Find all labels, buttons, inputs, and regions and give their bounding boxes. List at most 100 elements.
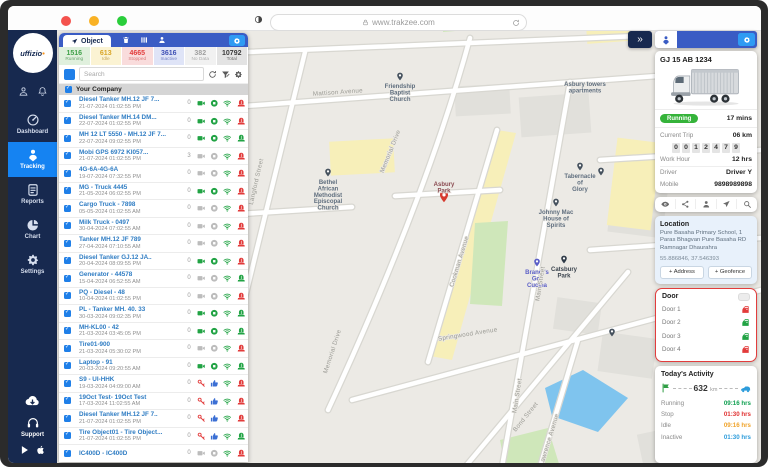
vehicle-name[interactable]: Tire01-900: [79, 341, 183, 348]
vehicle-row[interactable]: PL - Tanker MH. 40. 3330-03-2024 09:02:3…: [59, 305, 248, 323]
vehicle-row[interactable]: Diesel Tanker MH.12 JF 7...21-07-2024 01…: [59, 95, 248, 113]
vehicle-name[interactable]: S9 - UI-HHK: [79, 376, 183, 383]
vehicle-name[interactable]: 19Oct Test- 19Oct Test: [79, 394, 183, 401]
vehicle-row[interactable]: Tanker MH.12 JF 78927-04-2024 07:10:55 A…: [59, 235, 248, 253]
filter-funnel-icon[interactable]: [221, 70, 230, 79]
vehicle-name[interactable]: Diesel Tanker MH.12 JF 7...: [79, 96, 183, 103]
row-checkbox[interactable]: [64, 100, 71, 107]
tab-tracking-detail[interactable]: [655, 31, 677, 48]
row-checkbox[interactable]: [64, 187, 71, 194]
play-store-icon[interactable]: [20, 445, 30, 455]
vehicle-row[interactable]: Diesel Tanker MH.14 DM...22-07-2024 01:0…: [59, 113, 248, 131]
vehicle-row[interactable]: Tire Object01 - Tire Object...21-07-2024…: [59, 428, 248, 446]
row-checkbox[interactable]: [64, 135, 71, 142]
stat-running[interactable]: 1516Running: [59, 47, 91, 65]
row-checkbox[interactable]: [64, 362, 71, 369]
vehicle-row[interactable]: Mobi GPS 6972 KI057...21-07-2024 01:02:5…: [59, 148, 248, 166]
stat-idle[interactable]: 613Idle: [91, 47, 123, 65]
navigate-button[interactable]: [716, 199, 737, 209]
stat-total[interactable]: 10792Total: [217, 47, 249, 65]
vehicle-row[interactable]: Tire01-90021-03-2024 05:30:02 PM0: [59, 340, 248, 358]
sidebar-item-settings[interactable]: Settings: [8, 247, 57, 282]
vehicle-name[interactable]: 4G-6A-4G-6A: [79, 166, 183, 173]
list-settings-gear-icon[interactable]: [234, 70, 243, 79]
cloud-download-icon[interactable]: [24, 392, 41, 409]
row-checkbox[interactable]: [64, 397, 71, 404]
vehicle-name[interactable]: IC400D - IC400D: [79, 450, 183, 457]
vehicle-row[interactable]: PQ - Diesel - 4810-04-2024 01:02:55 PM0: [59, 288, 248, 306]
apple-icon[interactable]: [36, 445, 46, 455]
notifications-bell-icon[interactable]: [37, 86, 48, 97]
vehicle-name[interactable]: Milk Truck - 0497: [79, 219, 183, 226]
row-checkbox[interactable]: [64, 275, 71, 282]
inspect-button[interactable]: [736, 199, 757, 209]
row-checkbox[interactable]: [64, 222, 71, 229]
vehicle-row[interactable]: Laptop - 9120-03-2024 09:20:55 AM0: [59, 358, 248, 376]
row-checkbox[interactable]: [64, 170, 71, 177]
search-input[interactable]: [79, 67, 204, 81]
vehicle-row[interactable]: MH 12 LT 5550 - MH.12 JF 7...22-07-2024 …: [59, 130, 248, 148]
sidebar-item-chart[interactable]: Chart: [8, 212, 57, 247]
detail-settings-button[interactable]: [738, 33, 755, 46]
row-checkbox[interactable]: [64, 432, 71, 439]
row-checkbox[interactable]: [64, 345, 71, 352]
stat-stopped[interactable]: 4665Stopped: [122, 47, 154, 65]
row-checkbox[interactable]: [64, 380, 71, 387]
tab-object[interactable]: Object: [63, 35, 111, 47]
vehicle-name[interactable]: Generator - 44578: [79, 271, 183, 278]
vehicle-name[interactable]: Cargo Truck - 7898: [79, 201, 183, 208]
vehicle-row[interactable]: MH-KL00 - 4221-03-2024 03:45:05 PM0: [59, 323, 248, 341]
select-all-checkbox[interactable]: [64, 69, 75, 80]
uffizio-logo[interactable]: uffizio•: [13, 33, 53, 73]
vehicle-row[interactable]: Milk Truck - 049730-04-2024 07:02:55 AM0: [59, 218, 248, 236]
row-checkbox[interactable]: [64, 450, 71, 457]
stat-inactive[interactable]: 3616Inactive: [154, 47, 186, 65]
row-checkbox[interactable]: [64, 205, 71, 212]
add-address-button[interactable]: + Address: [660, 266, 704, 279]
row-checkbox[interactable]: [64, 240, 71, 247]
reader-mode-icon[interactable]: [254, 15, 263, 24]
vehicle-row[interactable]: MG - Truck 444521-05-2024 06:02:55 PM0: [59, 183, 248, 201]
vehicle-name[interactable]: MH-KL00 - 42: [79, 324, 183, 331]
bin-tab-icon[interactable]: [122, 36, 130, 44]
company-group-header[interactable]: Your Company: [59, 84, 248, 95]
map-poi[interactable]: Asbury towersapartments: [564, 82, 606, 94]
vehicle-name[interactable]: Diesel Tanker GJ.12 JA..: [79, 254, 183, 261]
sidebar-item-dashboard[interactable]: Dashboard: [8, 107, 57, 142]
panel-settings-button[interactable]: [229, 35, 245, 46]
minimize-window-button[interactable]: [89, 16, 99, 26]
vehicle-row[interactable]: Diesel Tanker MH.12 JF 7..21-07-2024 01:…: [59, 410, 248, 428]
maximize-window-button[interactable]: [117, 16, 127, 26]
sidebar-item-tracking[interactable]: Tracking: [8, 142, 57, 177]
vehicle-name[interactable]: PQ - Diesel - 48: [79, 289, 183, 296]
grid-tab-icon[interactable]: [140, 36, 148, 44]
address-bar[interactable]: www.trakzee.com: [270, 14, 527, 31]
vehicle-row[interactable]: Generator - 4457815-04-2024 06:52:55 AM0: [59, 270, 248, 288]
row-checkbox[interactable]: [64, 310, 71, 317]
add-geofence-button[interactable]: + Geofence: [708, 266, 752, 279]
row-checkbox[interactable]: [64, 117, 71, 124]
vehicle-name[interactable]: Tanker MH.12 JF 789: [79, 236, 183, 243]
vehicle-row[interactable]: 4G-6A-4G-6A19-07-2024 07:32:55 PM0: [59, 165, 248, 183]
vehicle-name[interactable]: MH 12 LT 5550 - MH.12 JF 7...: [79, 131, 183, 138]
vehicle-name[interactable]: PL - Tanker MH. 40. 33: [79, 306, 183, 313]
collapse-panel-button[interactable]: »: [628, 31, 652, 48]
row-checkbox[interactable]: [64, 257, 71, 264]
vehicle-row[interactable]: S9 - UI-HHK19-03-2024 04:09:00 AM0: [59, 375, 248, 393]
vehicle-row[interactable]: 19Oct Test- 19Oct Test17-03-2024 11:02:5…: [59, 393, 248, 411]
vehicle-name[interactable]: Mobi GPS 6972 KI057...: [79, 149, 183, 156]
driver-button[interactable]: [695, 199, 716, 209]
row-checkbox[interactable]: [64, 415, 71, 422]
company-checkbox[interactable]: [65, 86, 72, 93]
driver-tab-icon[interactable]: [158, 36, 166, 44]
vehicle-row[interactable]: Cargo Truck - 789805-05-2024 01:02:55 AM…: [59, 200, 248, 218]
account-icon[interactable]: [18, 86, 29, 97]
close-window-button[interactable]: [61, 16, 71, 26]
row-checkbox[interactable]: [64, 152, 71, 159]
vehicle-name[interactable]: Laptop - 91: [79, 359, 183, 366]
door-card-toggle[interactable]: [738, 293, 750, 301]
row-checkbox[interactable]: [64, 292, 71, 299]
view-eye-button[interactable]: [655, 199, 675, 209]
share-button[interactable]: [675, 199, 696, 209]
vehicle-row[interactable]: Diesel Tanker GJ.12 JA..20-04-2024 08:09…: [59, 253, 248, 271]
